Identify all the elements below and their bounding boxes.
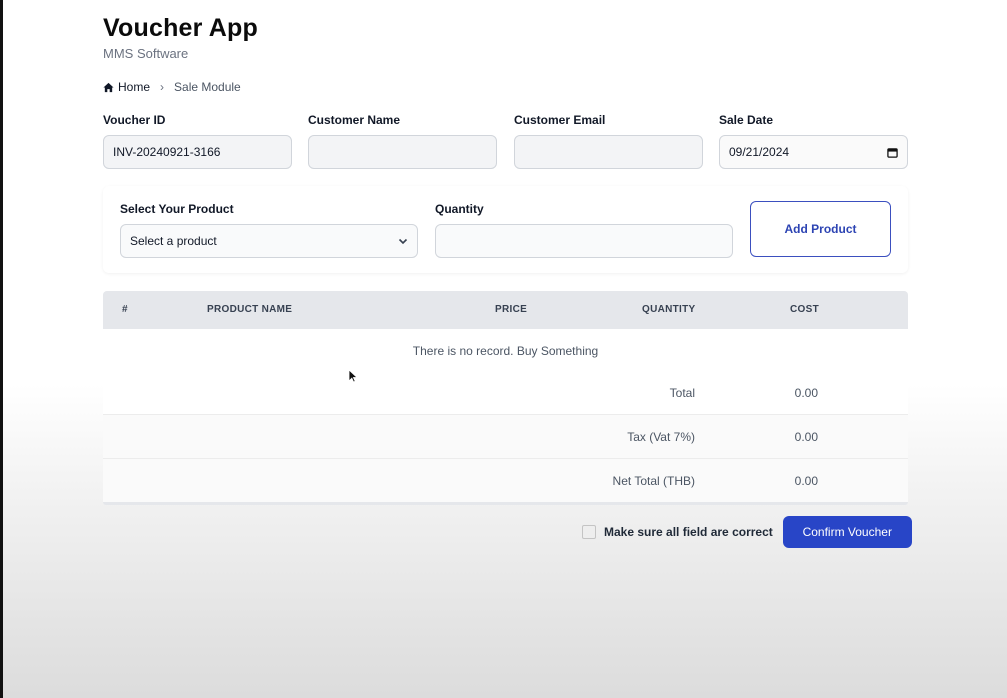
total-row: Total 0.00 [103, 371, 908, 414]
product-select[interactable]: Select a product [120, 224, 418, 258]
customer-email-group: Customer Email [514, 113, 703, 169]
window-edge [0, 0, 3, 698]
home-icon [103, 82, 114, 92]
confirm-voucher-button[interactable]: Confirm Voucher [782, 516, 912, 548]
table-header: # PRODUCT NAME PRICE QUANTITY COST [103, 291, 908, 329]
voucher-table: # PRODUCT NAME PRICE QUANTITY COST There… [103, 291, 908, 505]
calendar-icon[interactable] [887, 147, 898, 158]
app-header: Voucher App MMS Software [103, 14, 258, 61]
product-select-group: Select Your Product Select a product [120, 202, 418, 258]
app-title: Voucher App [103, 14, 258, 42]
column-header-number: # [122, 304, 128, 315]
tax-row: Tax (Vat 7%) 0.00 [103, 414, 908, 458]
column-header-product-name: PRODUCT NAME [207, 304, 293, 315]
total-label: Total [669, 386, 695, 400]
sale-date-group: Sale Date 09/21/2024 [719, 113, 908, 169]
sale-date-value: 09/21/2024 [729, 145, 790, 159]
column-header-price: PRICE [495, 304, 528, 315]
quantity-group: Quantity [435, 202, 733, 258]
breadcrumb-home-link[interactable]: Home [118, 80, 150, 94]
empty-state-row: There is no record. Buy Something [103, 329, 908, 371]
quantity-field[interactable] [435, 224, 733, 258]
breadcrumb-current: Sale Module [174, 80, 241, 94]
sale-date-label: Sale Date [719, 113, 774, 127]
add-product-button[interactable]: Add Product [750, 201, 891, 257]
confirm-checkbox[interactable] [582, 525, 596, 539]
table-footer-edge [103, 502, 908, 505]
total-value: 0.00 [794, 386, 818, 400]
product-select-label: Select Your Product [120, 202, 234, 216]
customer-name-label: Customer Name [308, 113, 401, 127]
voucher-id-group: Voucher ID INV-20240921-3166 [103, 113, 292, 169]
customer-name-group: Customer Name [308, 113, 497, 169]
quantity-label: Quantity [435, 202, 484, 216]
tax-value: 0.00 [794, 430, 818, 444]
cursor-icon [348, 369, 358, 383]
column-header-quantity: QUANTITY [642, 304, 696, 315]
net-total-row: Net Total (THB) 0.00 [103, 458, 908, 502]
voucher-id-label: Voucher ID [103, 113, 166, 127]
chevron-down-icon [398, 238, 408, 245]
sale-date-field[interactable]: 09/21/2024 [719, 135, 908, 169]
customer-email-label: Customer Email [514, 113, 606, 127]
chevron-right-icon: › [160, 80, 165, 94]
confirm-checkbox-label[interactable]: Make sure all field are correct [604, 525, 773, 539]
confirm-area: Make sure all field are correct Confirm … [582, 516, 912, 548]
product-select-value: Select a product [130, 234, 217, 248]
app-subtitle: MMS Software [103, 46, 189, 61]
voucher-id-field[interactable]: INV-20240921-3166 [103, 135, 292, 169]
customer-name-field[interactable] [308, 135, 497, 169]
column-header-cost: COST [790, 304, 819, 315]
net-total-label: Net Total (THB) [612, 474, 695, 488]
breadcrumb: Home › Sale Module [103, 80, 241, 94]
customer-email-field[interactable] [514, 135, 703, 169]
tax-label: Tax (Vat 7%) [627, 430, 695, 444]
voucher-id-value: INV-20240921-3166 [113, 145, 221, 159]
empty-state-message: There is no record. Buy Something [412, 344, 599, 358]
net-total-value: 0.00 [794, 474, 818, 488]
